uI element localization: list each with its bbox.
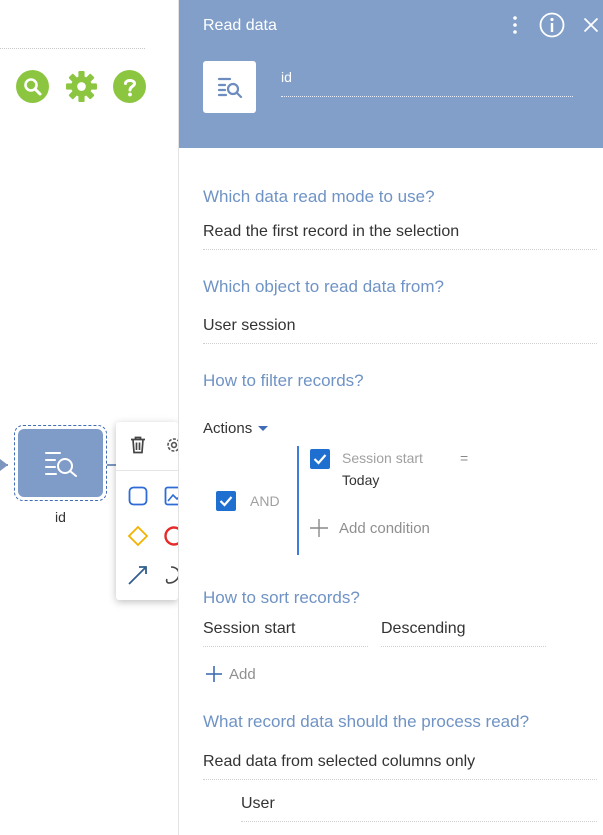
element-properties-panel: Read data id Which data read mode to use… — [178, 0, 603, 835]
more-button[interactable] — [505, 12, 525, 38]
actions-label: Actions — [203, 420, 253, 437]
close-icon — [583, 17, 599, 33]
more-icon — [513, 16, 517, 34]
settings-button[interactable] — [65, 70, 98, 103]
plus-icon — [206, 666, 222, 682]
flow-arrow-head — [0, 459, 8, 471]
delete-icon — [131, 436, 145, 454]
sort-question: How to sort records? — [203, 588, 360, 607]
toolbar-divider — [0, 48, 145, 49]
settings-icon — [167, 438, 178, 452]
sort-direction-field[interactable]: Descending — [381, 620, 546, 647]
gateway-icon — [127, 525, 149, 547]
read-data-node[interactable] — [18, 429, 103, 497]
filter-group-line — [297, 446, 299, 555]
check-icon — [219, 496, 233, 507]
group-checkbox[interactable] — [216, 491, 236, 511]
condition-value[interactable]: Today — [342, 472, 379, 488]
element-settings-button[interactable] — [163, 434, 178, 456]
add-condition-button[interactable]: Add condition — [309, 518, 430, 538]
panel-header: Read data id — [179, 0, 603, 148]
add-subprocess-button[interactable] — [163, 564, 178, 586]
chevron-down-icon — [258, 426, 269, 431]
process-designer-canvas[interactable]: id — [0, 0, 178, 835]
add-sort-button[interactable]: Add — [205, 665, 256, 683]
read-mode-field[interactable]: Read the first record in the selection — [203, 223, 597, 250]
column-item[interactable]: User — [241, 795, 597, 822]
condition-column[interactable]: Session start — [342, 450, 423, 466]
task-icon — [128, 486, 148, 506]
record-data-mode-field[interactable]: Read data from selected columns only — [203, 753, 597, 780]
condition-operator[interactable]: = — [460, 450, 468, 466]
record-data-question: What record data should the process read… — [203, 712, 530, 731]
add-gateway-button[interactable] — [127, 525, 149, 547]
add-connector-button[interactable] — [127, 564, 149, 586]
sort-column-field[interactable]: Session start — [203, 620, 368, 647]
add-end-event-button[interactable] — [163, 525, 178, 547]
check-icon — [313, 454, 327, 465]
help-button[interactable] — [113, 70, 146, 103]
image-icon — [164, 486, 178, 506]
search-icon — [23, 77, 41, 95]
add-task-button[interactable] — [127, 485, 149, 507]
add-sort-label: Add — [229, 665, 256, 683]
add-condition-label: Add condition — [339, 519, 430, 537]
object-question: Which object to read data from? — [203, 277, 444, 296]
object-field[interactable]: User session — [203, 317, 597, 344]
end-event-icon — [164, 526, 178, 546]
node-label: id — [55, 509, 66, 525]
read-data-icon — [44, 452, 77, 477]
read-mode-question: Which data read mode to use? — [203, 187, 435, 206]
add-image-button[interactable] — [163, 485, 178, 507]
element-mini-toolbar — [116, 422, 178, 600]
element-name-field[interactable]: id — [281, 67, 573, 97]
help-icon — [123, 78, 136, 96]
mini-toolbar-divider — [116, 470, 178, 471]
delete-button[interactable] — [127, 434, 149, 456]
plus-icon — [310, 519, 328, 537]
info-button[interactable] — [539, 12, 565, 38]
group-operator[interactable]: AND — [250, 493, 280, 509]
condition-checkbox[interactable] — [310, 449, 330, 469]
read-data-icon — [217, 77, 242, 98]
panel-title: Read data — [203, 17, 277, 34]
filter-question: How to filter records? — [203, 371, 364, 390]
subprocess-icon — [165, 566, 178, 584]
info-icon — [539, 12, 565, 38]
search-button[interactable] — [16, 70, 49, 103]
gear-icon — [66, 71, 97, 102]
close-button[interactable] — [581, 12, 601, 38]
actions-menu[interactable]: Actions — [203, 420, 269, 437]
element-icon-box[interactable] — [203, 61, 256, 113]
connector-icon — [128, 566, 147, 585]
